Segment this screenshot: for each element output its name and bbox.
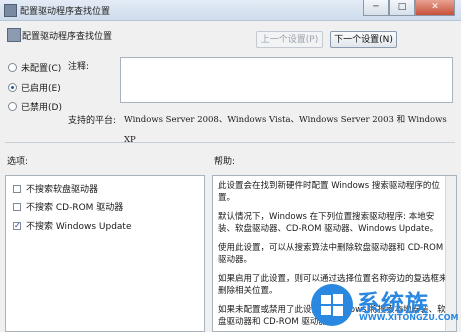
setting-title: 配置驱动程序查找位置 [22,32,113,42]
prev-setting-button[interactable]: 上一个设置(P) [256,31,323,48]
comment-textarea[interactable] [120,57,453,103]
option-floppy-label: 不搜索软盘驱动器 [26,185,99,195]
checkbox-cdrom[interactable] [13,202,21,211]
radio-not-configured-label: 未配置(C) [21,64,62,74]
options-panel: 不搜索软盘驱动器 不搜索 CD-ROM 驱动器 ✓ 不搜索 Windows Up… [5,175,205,332]
help-label: 帮助: [214,157,236,167]
watermark-url: WWW.XITONGZU.COM [359,313,459,322]
checkbox-windows-update[interactable]: ✓ [13,221,21,230]
radio-disabled-dot[interactable] [8,102,17,111]
option-cdrom-label: 不搜索 CD-ROM 驱动器 [26,203,124,213]
help-paragraph: 此设置会在找到新硬件时配置 Windows 搜索驱动程序的位置。 [218,181,440,203]
option-windows-update[interactable]: ✓ 不搜索 Windows Update [13,219,132,232]
windows-logo-icon [311,284,353,326]
radio-not-configured[interactable]: 未配置(C) [8,61,61,74]
radio-not-configured-dot[interactable] [8,63,17,72]
platform-label: 支持的平台: [68,116,117,126]
comment-label: 注释: [68,62,90,72]
radio-enabled[interactable]: 已启用(E) [8,81,61,94]
close-button[interactable]: ✕ [415,0,455,16]
options-label: 选项: [7,157,29,167]
option-floppy[interactable]: 不搜索软盘驱动器 [13,182,98,195]
platform-value: Windows Server 2008、Windows Vista、Window… [124,115,447,145]
window-controls: ─ □ ✕ [363,0,455,16]
minimize-button[interactable]: ─ [363,0,389,16]
option-cdrom[interactable]: 不搜索 CD-ROM 驱动器 [13,200,123,213]
policy-icon [4,4,17,17]
setting-icon [7,28,21,42]
radio-enabled-dot[interactable] [8,83,17,92]
checkbox-floppy[interactable] [13,184,21,193]
radio-enabled-label: 已启用(E) [21,84,61,94]
watermark: 系统族 WWW.XITONGZU.COM [309,280,459,330]
divider [5,142,455,143]
title-bar: 配置驱动程序查找位置 ─ □ ✕ [0,0,461,21]
maximize-button[interactable]: □ [389,0,415,16]
option-windows-update-label: 不搜索 Windows Update [26,222,132,232]
next-setting-button[interactable]: 下一个设置(N) [330,31,397,48]
help-paragraph: 默认情况下，Windows 在下列位置搜索驱动程序: 本地安装、软盘驱动器、CD… [218,212,439,234]
window-title: 配置驱动程序查找位置 [20,7,111,17]
radio-disabled-label: 已禁用(D) [21,103,62,113]
radio-disabled[interactable]: 已禁用(D) [8,100,62,113]
help-paragraph: 使用此设置，可以从搜索算法中删除软盘驱动器和 CD-ROM 驱动器。 [218,243,444,265]
